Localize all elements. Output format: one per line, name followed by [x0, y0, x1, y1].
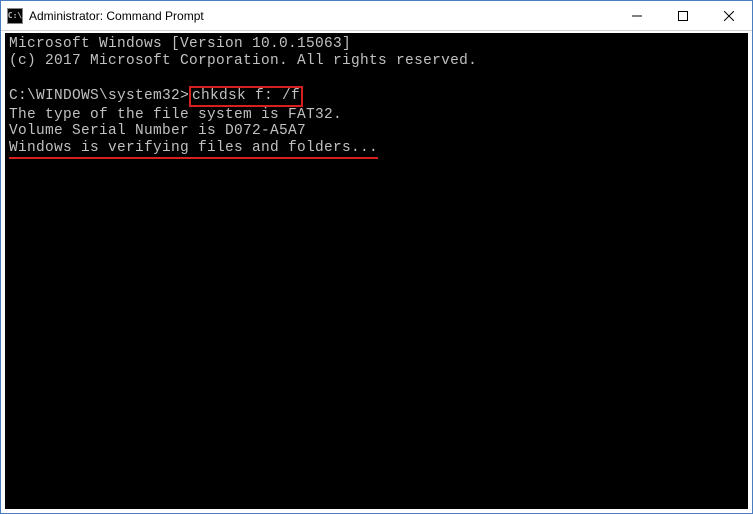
copyright-line: (c) 2017 Microsoft Corporation. All righ… [9, 53, 477, 69]
close-button[interactable] [706, 1, 752, 30]
app-icon: C:\ [7, 8, 23, 24]
minimize-icon [632, 11, 642, 21]
maximize-button[interactable] [660, 1, 706, 30]
version-line: Microsoft Windows [Version 10.0.15063] [9, 36, 351, 52]
output-line-3-highlight: Windows is verifying files and folders..… [9, 140, 378, 159]
titlebar[interactable]: C:\ Administrator: Command Prompt [1, 1, 752, 31]
output-line-1: The type of the file system is FAT32. [9, 107, 342, 123]
close-icon [724, 11, 734, 21]
maximize-icon [678, 11, 688, 21]
command-prompt-window: C:\ Administrator: Command Prompt Micros… [0, 0, 753, 514]
output-line-2: Volume Serial Number is D072-A5A7 [9, 123, 306, 139]
minimize-button[interactable] [614, 1, 660, 30]
prompt-text: C:\WINDOWS\system32> [9, 88, 189, 104]
window-controls [614, 1, 752, 30]
window-title: Administrator: Command Prompt [29, 9, 614, 23]
terminal-output[interactable]: Microsoft Windows [Version 10.0.15063] (… [1, 31, 752, 513]
command-highlight: chkdsk f: /f [189, 86, 303, 107]
